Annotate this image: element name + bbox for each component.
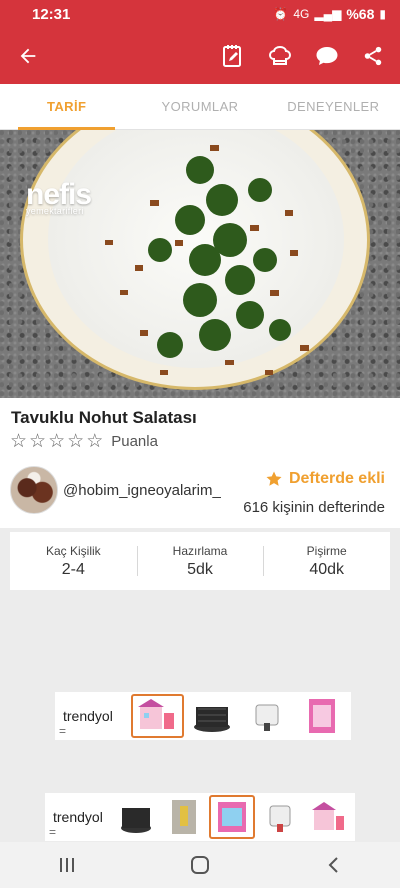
notebook-status-label: Defterde ekli [288, 470, 385, 487]
rating-widget[interactable]: ☆ ☆ ☆ ☆ ☆ Puanla [10, 430, 158, 453]
rate-label[interactable]: Puanla [111, 433, 158, 450]
chevron-left-icon [328, 857, 339, 873]
stat-label: Hazırlama [172, 543, 228, 558]
ad-brand: trendyol = [59, 708, 113, 738]
recipe-photo[interactable]: nefis yemektarifleri [0, 130, 400, 398]
stat-prep: Hazırlama 5dk [136, 532, 264, 590]
star-icon[interactable]: ☆ [29, 430, 46, 453]
system-back-button[interactable] [303, 842, 363, 888]
share-icon [364, 46, 382, 66]
back-arrow-icon [20, 48, 36, 64]
stat-value: 5dk [187, 560, 213, 578]
home-icon [190, 856, 209, 874]
stat-cook: Pişirme 40dk [263, 532, 390, 590]
battery-level: %68 [346, 6, 375, 22]
author-avatar[interactable] [10, 466, 58, 514]
notebook-edit-icon [222, 45, 241, 67]
shelf-image [172, 800, 196, 834]
dollhouse-image [138, 699, 175, 729]
network-indicator: 4G [293, 7, 310, 21]
dollhouse-box-image [309, 699, 336, 733]
recent-apps-button[interactable] [37, 842, 97, 888]
dollhouse-box-image [218, 802, 246, 832]
tab-recipe[interactable]: TARİF [0, 84, 133, 130]
chef-button[interactable] [256, 28, 303, 84]
organizer-image [121, 808, 151, 833]
ad-product-thumb[interactable] [305, 795, 351, 839]
garnish-image [105, 145, 309, 375]
stat-value: 2-4 [61, 560, 85, 578]
recipe-stats: Kaç Kişilik 2-4 Hazırlama 5dk Pişirme 40… [10, 532, 390, 590]
ad-product-thumb[interactable] [113, 795, 159, 839]
ad-banner[interactable]: trendyol = [45, 793, 355, 841]
home-button[interactable] [170, 842, 230, 888]
ad-product-thumb[interactable] [130, 694, 184, 738]
ad-brand: trendyol = [49, 809, 103, 839]
star-icon[interactable]: ☆ [86, 430, 103, 453]
notebook-count: 616 kişinin defterinde [243, 499, 385, 516]
back-button[interactable] [0, 28, 56, 84]
ad-product-thumb[interactable] [241, 694, 294, 738]
tab-bar: TARİF YORUMLAR DENEYENLER [0, 84, 400, 130]
ad-banner[interactable]: trendyol = [55, 692, 351, 740]
ad-product-thumb[interactable] [186, 694, 239, 738]
notebook-button[interactable] [209, 28, 256, 84]
share-button[interactable] [350, 28, 400, 84]
organizer-image [194, 707, 231, 732]
battery-icon: ▮ [379, 7, 386, 21]
stat-label: Pişirme [306, 543, 347, 558]
star-icon[interactable]: ☆ [10, 430, 27, 453]
alarm-icon: ⏰ [273, 7, 289, 21]
status-bar: 12:31 ⏰ 4G ▂▄▆ %68 ▮ [0, 0, 400, 28]
ad-product-thumb[interactable] [209, 795, 255, 839]
status-time: 12:31 [32, 5, 71, 23]
signal-icon: ▂▄▆ [314, 7, 342, 21]
stat-servings: Kaç Kişilik 2-4 [10, 532, 137, 590]
tab-comments[interactable]: YORUMLAR [133, 84, 266, 129]
appliance-image [269, 805, 291, 832]
author-username[interactable]: @hobim_igneoyalarim_ [63, 482, 221, 499]
comment-bubble-icon [316, 47, 337, 65]
ad-product-thumb[interactable] [296, 694, 349, 738]
appliance-image [255, 704, 279, 731]
chef-hat-icon [268, 45, 291, 65]
notebook-status[interactable]: Defterde ekli [265, 470, 385, 488]
recipe-title: Tavuklu Nohut Salatası [11, 408, 197, 427]
comments-button[interactable] [303, 28, 350, 84]
star-icon[interactable]: ☆ [48, 430, 65, 453]
ad-product-thumb[interactable] [257, 795, 303, 839]
stat-label: Kaç Kişilik [45, 543, 101, 558]
app-bar [0, 28, 400, 84]
ad-product-thumb[interactable] [161, 795, 207, 839]
star-filled-icon [266, 471, 282, 486]
brand-logo: nefis yemektarifleri [26, 178, 92, 216]
star-icon[interactable]: ☆ [67, 430, 84, 453]
recent-apps-icon [59, 858, 74, 872]
tab-tried[interactable]: DENEYENLER [267, 84, 400, 129]
stat-value: 40dk [309, 560, 345, 578]
dollhouse-image [312, 802, 344, 830]
system-nav-bar [0, 842, 400, 888]
